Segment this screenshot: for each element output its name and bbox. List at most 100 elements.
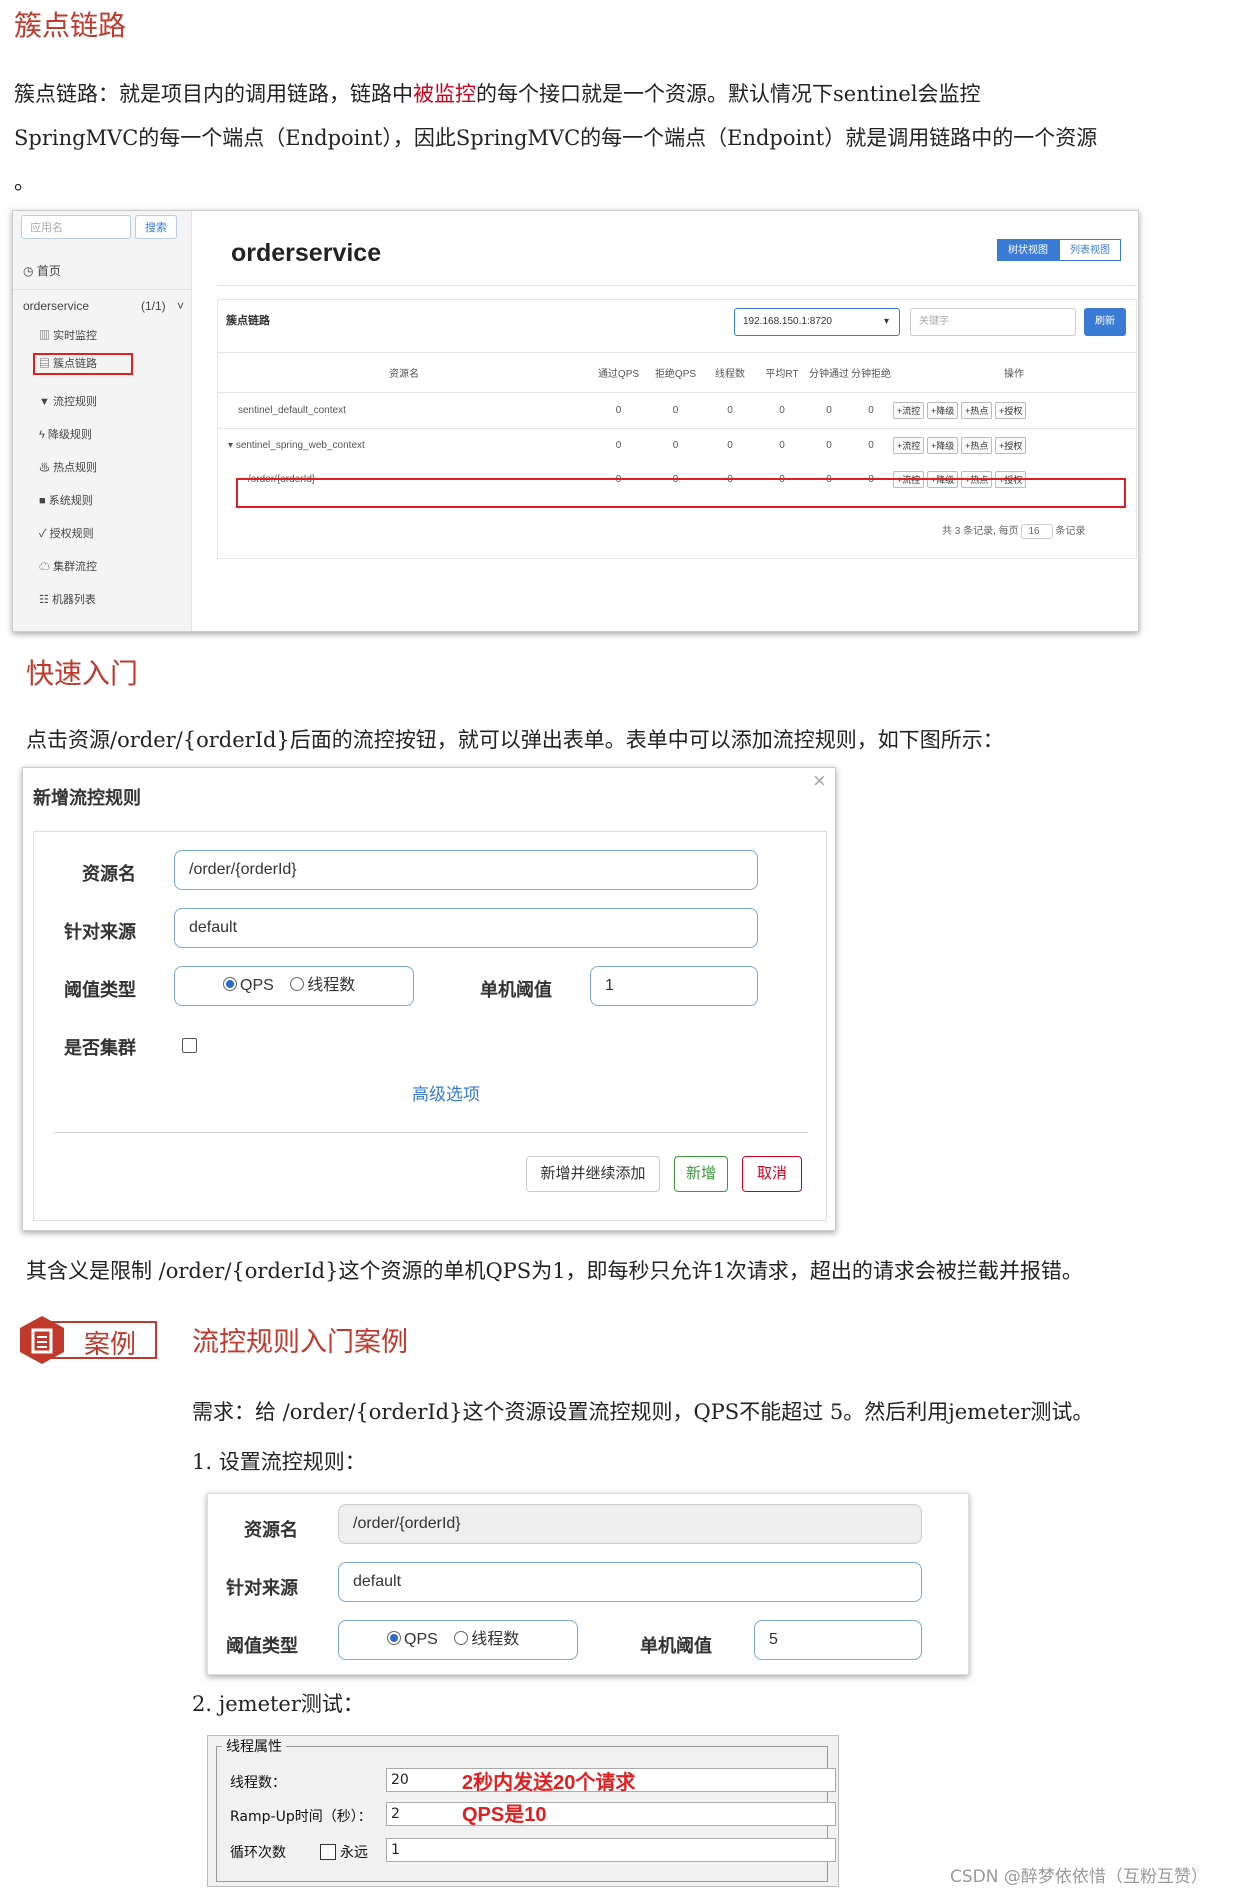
caret-down-icon[interactable]: ▾ <box>228 440 233 451</box>
sidebar-item-label: 集群流控 <box>53 561 98 573</box>
sidebar-item-degrade-rules[interactable]: ϟ 降级规则 <box>39 426 92 442</box>
search-button[interactable]: 搜索 <box>135 215 177 239</box>
para-text: 点击资源/order/{orderId}后面的流控按钮，就可以弹出表单。表单中可… <box>26 728 1004 752</box>
sidebar-item-cluster-chain[interactable]: ▤ 簇点链路 <box>33 353 133 375</box>
add-button[interactable]: 新增 <box>674 1156 728 1192</box>
machine-value: 192.168.150.1:8720 <box>743 316 832 327</box>
view-toggle: 树状视图 列表视图 <box>997 239 1121 261</box>
pagination: 共 3 条记录, 每页 16 条记录 <box>942 522 1085 539</box>
hotspot-button[interactable]: +热点 <box>961 402 993 419</box>
case-tag-label: 案例 <box>84 1330 137 1359</box>
qps-radio[interactable] <box>223 977 237 991</box>
dialog-title: 新增流控规则 <box>33 788 141 808</box>
column-header: 操作 <box>1004 369 1024 380</box>
single-threshold-label: 单机阈值 <box>480 980 552 1000</box>
sidebar-item-hotspot-rules[interactable]: ♨ 热点规则 <box>39 459 97 475</box>
case-title: 流控规则入门案例 <box>192 1327 408 1357</box>
dialog-body: 资源名 /order/{orderId} 针对来源 default 阈值类型 Q… <box>33 831 827 1221</box>
sidebar-item-auth-rules[interactable]: ✓ 授权规则 <box>39 525 94 541</box>
sidebar-item-label: 簇点链路 <box>53 358 98 370</box>
auth-button[interactable]: +授权 <box>995 402 1027 419</box>
sidebar-item-cluster-flow[interactable]: ☁ 集群流控 <box>39 558 97 574</box>
sidebar-app[interactable]: orderservice (1/1) ˅ <box>13 289 191 321</box>
column-header: 资源名 <box>389 369 419 380</box>
degrade-button[interactable]: +降级 <box>927 402 959 419</box>
hotspot-button[interactable]: +热点 <box>961 437 993 455</box>
clock-icon: ◷ <box>23 264 34 278</box>
case-tag: 案例 <box>18 1316 158 1364</box>
rampup-input[interactable]: 2 <box>386 1802 836 1826</box>
sidebar-item-monitor[interactable]: ▥ 实时监控 <box>39 327 97 343</box>
single-threshold-input[interactable]: 1 <box>590 966 758 1006</box>
degrade-button[interactable]: +降级 <box>927 437 959 455</box>
sidebar-item-flow-rules[interactable]: ▼ 流控规则 <box>39 393 97 409</box>
ops-cell: +流控 +降级 +热点 +授权 <box>892 429 1136 463</box>
thread-label: 线程数 <box>307 977 356 994</box>
tree-view-button[interactable]: 树状视图 <box>997 239 1059 261</box>
app-search-input[interactable]: 应用名 <box>21 215 131 239</box>
app-count: (1/1) <box>141 299 166 313</box>
source-label: 针对来源 <box>64 922 136 942</box>
sidebar-item-home[interactable]: ◷ 首页 <box>13 255 191 287</box>
cell: 0 <box>615 440 622 452</box>
flow-control-button[interactable]: +流控 <box>893 437 925 455</box>
single-threshold-input[interactable]: 5 <box>754 1620 922 1660</box>
cancel-button[interactable]: 取消 <box>742 1156 802 1192</box>
qps-label: QPS <box>240 977 274 994</box>
sidebar-item-label: 机器列表 <box>51 594 96 606</box>
thread-radio[interactable] <box>454 1631 469 1645</box>
keyword-input[interactable]: 关键字 <box>910 308 1076 336</box>
forever-checkbox[interactable] <box>320 1844 336 1860</box>
page-size-input[interactable]: 16 <box>1021 524 1053 539</box>
cluster-checkbox[interactable] <box>182 1038 197 1053</box>
flow-control-button[interactable]: +流控 <box>893 402 925 419</box>
intro-paragraph: 簇点链路：就是项目内的调用链路，链路中被监控的每个接口就是一个资源。默认情况下s… <box>14 72 1239 204</box>
cell: 0 <box>826 405 832 416</box>
para-text: 的每个接口就是一个资源。默认情况下sentinel会监控 <box>476 82 981 106</box>
threshold-type-label: 阈值类型 <box>226 1636 298 1656</box>
loop-input[interactable]: 1 <box>386 1838 836 1862</box>
annotation-note: 2秒内发送20个请求 <box>462 1772 636 1794</box>
cell: 0 <box>779 405 785 416</box>
qps-radio[interactable] <box>387 1631 401 1645</box>
column-header: 分钟拒绝 <box>851 369 891 380</box>
threads-label: 线程数： <box>230 1775 286 1791</box>
app-name: orderservice <box>23 299 90 313</box>
cell: 0 <box>779 440 785 452</box>
auth-button[interactable]: +授权 <box>995 437 1027 455</box>
sentinel-screenshot: 应用名 搜索 ◷ 首页 orderservice (1/1) ˅ ▥ 实时监控 ▤ … <box>12 210 1139 632</box>
column-header: 线程数 <box>715 369 745 380</box>
advanced-options-link[interactable]: 高级选项 <box>412 1080 480 1105</box>
section-heading: 簇点链路 <box>14 11 127 42</box>
source-input[interactable]: default <box>338 1562 922 1602</box>
source-input[interactable]: default <box>174 908 758 948</box>
cell: 0 <box>672 405 679 416</box>
cell: 0 <box>727 405 733 416</box>
sidebar-item-machines[interactable]: ☷ 机器列表 <box>39 591 96 607</box>
threshold-type-radio-group: QPS 线程数 <box>174 966 414 1006</box>
para-text: SpringMVC的每一个端点（Endpoint），因此SpringMVC的每一… <box>14 126 1098 150</box>
highlight-text: 被监控 <box>413 82 476 106</box>
chevron-down-icon: ˅ <box>177 299 185 313</box>
resource-input[interactable]: /order/{orderId} <box>338 1504 922 1544</box>
source-label: 针对来源 <box>226 1578 298 1598</box>
sidebar-item-label: 热点规则 <box>53 462 98 474</box>
para-text: 其含义是限制 /order/{orderId}这个资源的单机QPS为1，即每秒只… <box>26 1259 1083 1283</box>
cell: 0 <box>672 440 679 452</box>
check-icon: ✓ <box>39 528 47 540</box>
panel-title: 簇点链路 <box>226 315 270 327</box>
rampup-label: Ramp-Up时间（秒）： <box>230 1809 372 1825</box>
add-and-continue-button[interactable]: 新增并继续添加 <box>526 1156 660 1192</box>
resource-input[interactable]: /order/{orderId} <box>174 850 758 890</box>
cell: 0 <box>868 440 874 452</box>
close-icon[interactable]: × <box>813 768 826 794</box>
list-view-button[interactable]: 列表视图 <box>1059 239 1121 261</box>
sidebar-item-system-rules[interactable]: ■ 系统规则 <box>39 492 93 508</box>
machine-select[interactable]: 192.168.150.1:8720 ▾ <box>734 308 900 336</box>
divider <box>217 285 1135 286</box>
refresh-button[interactable]: 刷新 <box>1084 308 1126 336</box>
sidebar-item-label: 实时监控 <box>53 330 98 342</box>
filter-icon: ▼ <box>39 396 50 408</box>
threshold-type-label: 阈值类型 <box>64 980 136 1000</box>
thread-radio[interactable] <box>290 977 305 991</box>
